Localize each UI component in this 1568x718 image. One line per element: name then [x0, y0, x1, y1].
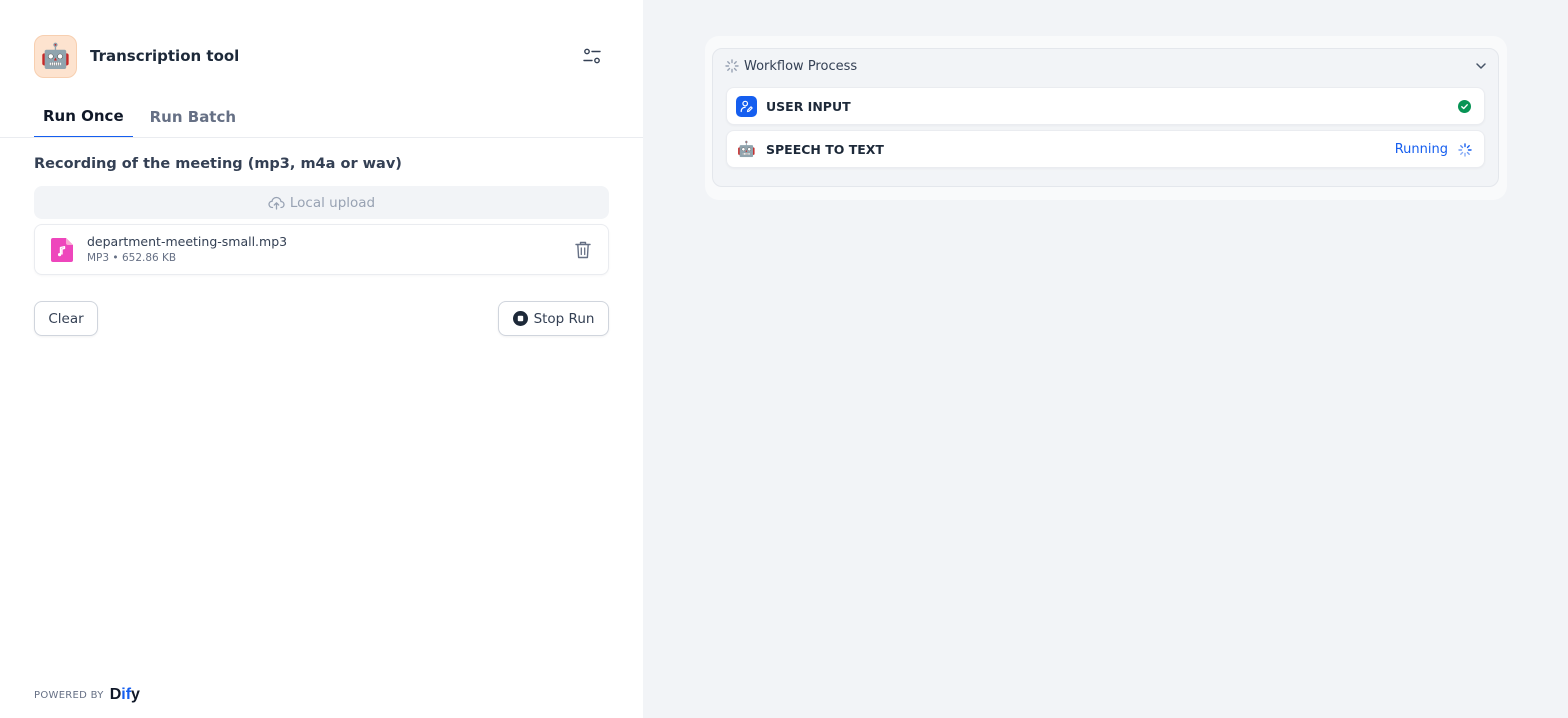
app-header: 🤖 Transcription tool	[34, 34, 609, 78]
stop-run-label: Stop Run	[533, 310, 595, 327]
settings-icon[interactable]	[581, 46, 603, 66]
app-title: Transcription tool	[90, 47, 240, 65]
robot-icon: 🤖	[737, 140, 756, 158]
chevron-down-icon[interactable]	[1474, 59, 1488, 73]
check-circle-icon	[1458, 100, 1471, 113]
file-size: 652.86 KB	[121, 252, 177, 264]
file-meta: MP3 • 652.86 KB	[87, 252, 176, 264]
file-type: MP3	[87, 252, 110, 264]
cloud-upload-icon	[268, 196, 285, 210]
user-edit-icon	[740, 100, 753, 112]
node-user-input[interactable]: USER INPUT	[726, 87, 1485, 125]
speech-to-text-node-icon: 🤖	[736, 139, 757, 160]
file-meta-separator: •	[112, 252, 119, 264]
audio-file-icon	[51, 238, 73, 262]
clear-button[interactable]: Clear	[34, 301, 98, 336]
powered-by-text: POWERED BY	[34, 689, 104, 701]
loading-spinner-icon	[725, 59, 739, 73]
user-input-node-title: USER INPUT	[766, 98, 851, 114]
tab-run-batch[interactable]: Run Batch	[141, 96, 245, 138]
local-upload-button[interactable]: Local upload	[34, 186, 609, 219]
tab-run-once[interactable]: Run Once	[34, 96, 133, 138]
app-avatar: 🤖	[34, 34, 77, 78]
trash-icon[interactable]	[574, 240, 592, 260]
workflow-process-panel: Workflow Process USER INPUT 🤖 SPEECH TO …	[712, 48, 1499, 187]
local-upload-label: Local upload	[289, 194, 376, 211]
user-input-node-icon	[736, 95, 757, 117]
workflow-process-title: Workflow Process	[744, 58, 858, 74]
loading-spinner-icon	[1458, 143, 1472, 157]
dify-logo-y: y	[131, 686, 140, 703]
robot-icon: 🤖	[40, 42, 71, 70]
dify-logo[interactable]: Dify	[110, 686, 140, 704]
result-card: Workflow Process USER INPUT 🤖 SPEECH TO …	[705, 36, 1507, 200]
workflow-process-header[interactable]: Workflow Process	[725, 57, 857, 75]
stop-circle-icon	[512, 311, 528, 326]
speech-to-text-node-title: SPEECH TO TEXT	[766, 141, 884, 157]
stop-run-button[interactable]: Stop Run	[498, 301, 609, 336]
node-speech-to-text[interactable]: 🤖 SPEECH TO TEXT Running	[726, 130, 1485, 168]
field-label: Recording of the meeting (mp3, m4a or wa…	[34, 156, 402, 172]
uploaded-file-card: department-meeting-small.mp3 MP3 • 652.8…	[34, 224, 609, 275]
tab-divider	[0, 137, 643, 138]
left-panel: 🤖 Transcription tool Run Once Run Batch …	[0, 0, 643, 718]
right-panel: Workflow Process USER INPUT 🤖 SPEECH TO …	[643, 0, 1568, 718]
file-name: department-meeting-small.mp3	[87, 234, 288, 249]
run-tabs: Run Once Run Batch	[34, 96, 253, 138]
powered-by: POWERED BY Dify	[34, 686, 140, 704]
dify-logo-d: D	[109, 686, 122, 703]
node-status-running: Running	[1394, 142, 1448, 157]
